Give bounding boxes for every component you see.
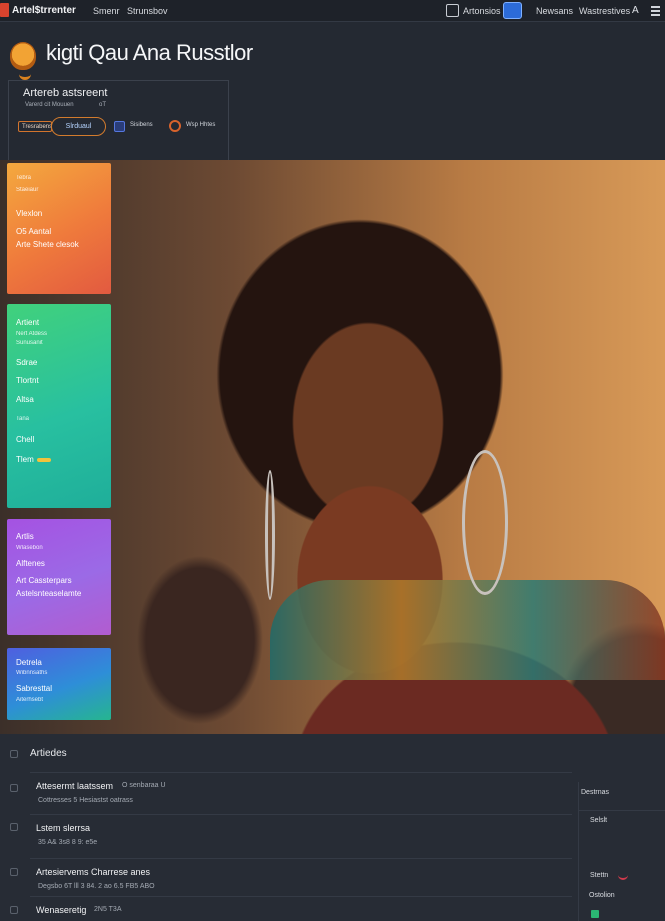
card-label: Wibnnsaths (16, 670, 48, 676)
feature-card-blue[interactable]: Detrela Wibnnsaths Sabresttal Aiterhsebt (7, 648, 111, 720)
status-icon (591, 910, 599, 918)
card-label: Vlexlon (16, 209, 43, 218)
list-item-meta: Cottresses 5 Hesiastst oatrass (38, 797, 133, 804)
list-item-icon (10, 823, 18, 831)
hero-earring-left (265, 470, 275, 600)
card-label: Aiterhsebt (16, 697, 44, 703)
hero-earring-right (462, 450, 508, 595)
panel-title: Artereb astsreent (23, 87, 108, 99)
side-panel-item[interactable]: Selslt (590, 817, 607, 824)
nav-item-smenr[interactable]: Smenr (93, 6, 120, 16)
card-label: Astelsnteaselamte (16, 589, 82, 598)
card-label: Sunusanit (16, 340, 43, 346)
list-item-icon (10, 784, 18, 792)
list-item-title[interactable]: Wenaseretig (36, 905, 86, 915)
card-label: Sabresttal (16, 684, 53, 693)
nav-item-wastrestives[interactable]: Wastrestives (579, 6, 630, 16)
card-label: Detrela (16, 658, 42, 667)
card-label: Artlis (16, 532, 34, 541)
nav-item-strunsbov[interactable]: Strunsbov (127, 6, 168, 16)
header-panel: Artereb astsreent Varerd cit Mouuen oT T… (8, 80, 229, 160)
card-label: Tlem (16, 455, 34, 464)
list-item[interactable]: Lstem slerrsa 35 A& 3s8 8 9: e5e (30, 814, 572, 854)
feature-card-orange[interactable]: Tebra Staeiaur Vlexlon O5 Aantal Arte Sh… (7, 163, 111, 294)
list-item-icon (10, 906, 18, 914)
screen-icon[interactable] (446, 4, 459, 17)
articles-section: Artiedes Attesermt laatssem O senbaraa U… (0, 734, 665, 921)
primary-pill-button[interactable]: Slrduaul (51, 117, 106, 136)
document-icon[interactable] (114, 121, 125, 132)
nav-item-artonsios[interactable]: Artonsios (463, 6, 501, 16)
card-label: Alftenes (16, 559, 45, 568)
ring-icon[interactable] (169, 120, 181, 132)
card-label: Staeiaur (16, 187, 39, 193)
list-item[interactable]: Wenaseretig 2N5 T3A (30, 896, 572, 921)
site-header: kigti Qau Ana Russtlor Artereb astsreent… (0, 22, 665, 160)
card-label: Altsa (16, 395, 34, 404)
card-label: Sdrae (16, 358, 38, 367)
list-item-title[interactable]: Lstem slerrsa (36, 823, 90, 833)
logo-tail (19, 72, 31, 80)
list-item[interactable]: Attesermt laatssem O senbaraa U Cottress… (30, 772, 572, 812)
card-label: O5 Aantal (16, 227, 52, 236)
side-panel: Destrnas Selslt Stettn Ostolion (578, 782, 665, 921)
lion-logo-icon (10, 42, 36, 70)
section-title: Artiedes (30, 748, 67, 759)
list-item-title[interactable]: Artesiervems Charrese anes (36, 867, 150, 877)
menu-icon[interactable] (651, 6, 660, 16)
side-panel-item[interactable]: Ostolion (589, 892, 615, 899)
card-label: Wlasebon (16, 545, 43, 551)
card-label: Tana (16, 416, 30, 422)
list-item-meta: Degsbo 6T lll 3 84. 2 ao 6.5 FB5 ABO (38, 883, 155, 890)
hero-scarf (270, 580, 665, 680)
card-label: Artient (16, 318, 40, 327)
font-icon[interactable]: A (632, 5, 639, 16)
list-item-title[interactable]: Attesermt laatssem (36, 781, 113, 791)
panel-subtitle-extra: oT (99, 102, 107, 108)
feature-card-green[interactable]: Artient Nert Atdess Sunusanit Sdrae Tlor… (7, 304, 111, 508)
card-label: Chell (16, 435, 35, 444)
toggle-icon[interactable] (36, 457, 51, 462)
card-label: Tlortnt (16, 376, 39, 385)
top-bar: Artel$trrenter Smenr Strunsbov Artonsios… (0, 0, 665, 22)
list-item-meta: 35 A& 3s8 8 9: e5e (38, 839, 98, 846)
nav-item-newsans[interactable]: Newsans (536, 6, 573, 16)
card-label: Arte Shete clesok (16, 240, 79, 249)
card-label: Art Cassterpars (16, 576, 72, 585)
list-icon (10, 750, 18, 758)
list-item-icon (10, 868, 18, 876)
tag-link[interactable]: Sisibens (130, 122, 153, 128)
list-item[interactable]: Artesiervems Charrese anes Degsbo 6T lll… (30, 858, 572, 898)
card-label: Tebra (16, 175, 32, 181)
tag-button[interactable]: Tresrabens (18, 121, 52, 132)
tag-link-2[interactable]: Wsp Hhtes (186, 122, 215, 128)
brand-name[interactable]: Artel$trrenter (12, 5, 76, 16)
brand-logo-icon[interactable] (0, 3, 9, 17)
card-label: Nert Atdess (16, 331, 48, 337)
page-title: kigti Qau Ana Russtlor (46, 40, 253, 65)
feature-card-purple[interactable]: Artlis Wlasebon Alftenes Art Cassterpars… (7, 519, 111, 635)
list-item-subtitle: O senbaraa U (122, 782, 166, 789)
side-panel-title: Destrnas (581, 789, 610, 796)
monitor-icon[interactable] (503, 2, 522, 19)
side-panel-box (579, 810, 665, 921)
list-item-subtitle: 2N5 T3A (94, 906, 122, 913)
panel-subtitle: Varerd cit Mouuen (25, 102, 74, 108)
side-panel-item[interactable]: Stettn (590, 872, 608, 879)
card-label-with-toggle: Tlem (16, 455, 51, 464)
